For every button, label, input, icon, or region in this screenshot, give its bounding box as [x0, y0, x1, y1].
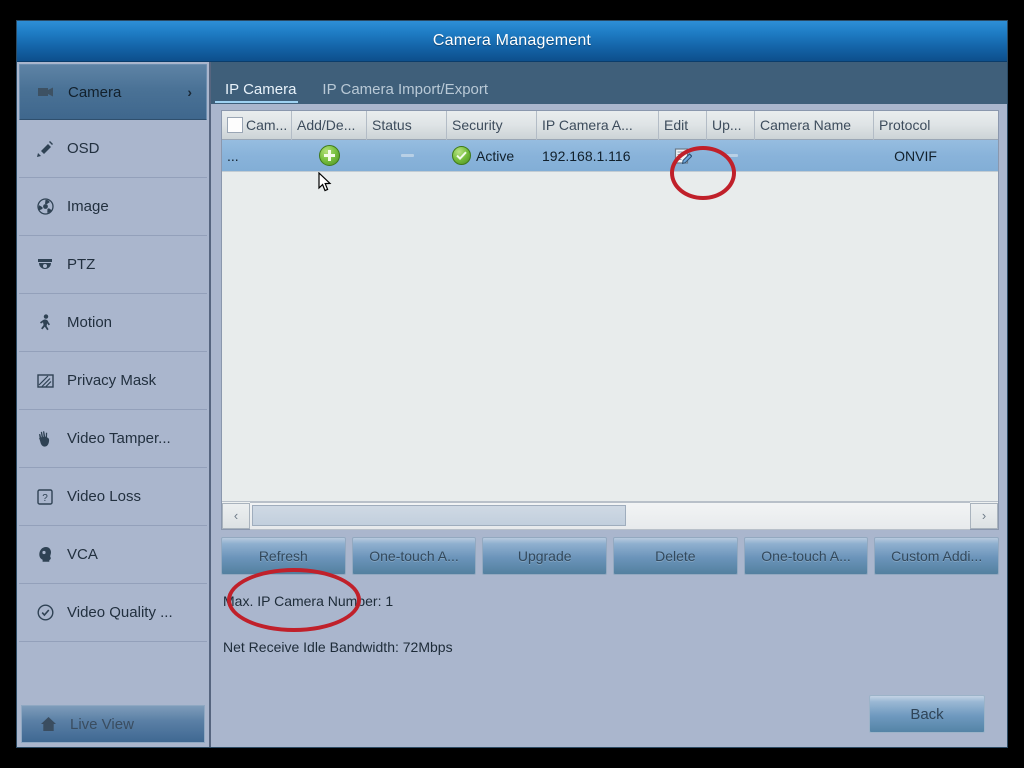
sidebar-item-osd[interactable]: OSD	[19, 120, 207, 178]
column-header-ip-address[interactable]: IP Camera A...	[537, 110, 659, 140]
column-header-security[interactable]: Security	[447, 110, 537, 140]
column-header-status[interactable]: Status	[367, 110, 447, 140]
window-body: Camera › OSD Image PTZ Motion Privacy Ma…	[17, 62, 1007, 747]
check-circle-icon	[35, 603, 55, 623]
svg-text:?: ?	[42, 493, 48, 504]
column-header-camera-name[interactable]: Camera Name	[755, 110, 874, 140]
sidebar-item-label: VCA	[67, 546, 98, 563]
one-touch-activate-button[interactable]: One-touch A...	[351, 537, 477, 575]
max-ip-camera-number: Max. IP Camera Number: 1	[223, 593, 394, 609]
cell-camera-name	[755, 140, 874, 172]
cell-status	[367, 140, 447, 172]
back-button[interactable]: Back	[869, 695, 985, 733]
camera-icon	[36, 82, 56, 102]
screen-root: Camera Management Camera › OSD Image PTZ…	[0, 0, 1024, 768]
scroll-right-arrow-icon[interactable]: ›	[970, 502, 998, 529]
osd-pen-icon	[35, 139, 55, 159]
one-touch-adding-button[interactable]: One-touch A...	[743, 537, 869, 575]
table-header-row: Cam... Add/De... Status Security IP Came…	[222, 110, 998, 140]
column-header-add-delete[interactable]: Add/De...	[292, 110, 367, 140]
scrollbar-thumb[interactable]	[252, 504, 627, 526]
upgrade-button[interactable]: Upgrade	[482, 537, 608, 575]
upgrade-dash-icon	[724, 154, 738, 157]
cell-edit[interactable]	[659, 140, 707, 172]
custom-adding-button[interactable]: Custom Addi...	[874, 537, 1000, 575]
ip-camera-table: Cam... Add/De... Status Security IP Came…	[221, 110, 999, 530]
sidebar-item-image[interactable]: Image	[19, 178, 207, 236]
net-receive-idle-bandwidth: Net Receive Idle Bandwidth: 72Mbps	[223, 639, 453, 655]
cell-cam: ...	[227, 147, 239, 164]
sidebar-item-label: Privacy Mask	[67, 372, 157, 389]
table-body: ... Active 192.168.1.116 ONVIF	[222, 140, 998, 501]
sidebar-item-label: Video Quality ...	[67, 604, 173, 621]
sidebar-item-vca[interactable]: VCA	[19, 526, 207, 584]
column-header-label: Cam...	[246, 117, 288, 133]
column-header-cam[interactable]: Cam...	[222, 110, 292, 140]
action-button-row: Refresh One-touch A... Upgrade Delete On…	[221, 537, 1000, 575]
head-profile-icon	[35, 545, 55, 565]
column-header-upgrade[interactable]: Up...	[707, 110, 755, 140]
cell-add-delete[interactable]	[292, 140, 367, 172]
sidebar: Camera › OSD Image PTZ Motion Privacy Ma…	[17, 62, 211, 747]
sidebar-item-video-quality[interactable]: Video Quality ...	[19, 584, 207, 642]
tab-ip-camera[interactable]: IP Camera	[213, 82, 310, 104]
page-title: Camera Management	[432, 32, 592, 49]
sidebar-item-label: Motion	[67, 314, 113, 331]
sidebar-item-video-loss[interactable]: ? Video Loss	[19, 468, 207, 526]
column-header-protocol[interactable]: Protocol	[874, 111, 957, 140]
add-plus-icon[interactable]	[319, 145, 340, 166]
sidebar-item-label: Image	[67, 198, 109, 215]
sidebar-item-ptz[interactable]: PTZ	[19, 236, 207, 294]
chevron-right-icon: ›	[187, 84, 192, 100]
cell-protocol: ONVIF	[894, 147, 937, 164]
privacy-mask-icon	[35, 371, 55, 391]
column-header-edit[interactable]: Edit	[659, 110, 707, 140]
hand-icon	[35, 429, 55, 449]
delete-button[interactable]: Delete	[613, 537, 738, 575]
sidebar-item-label: Live View	[70, 715, 134, 733]
sidebar-item-label: Camera	[68, 83, 122, 101]
sidebar-item-label: Video Tamper...	[67, 430, 171, 447]
tab-bar: IP Camera IP Camera Import/Export	[211, 62, 1007, 104]
sidebar-item-label: OSD	[67, 140, 100, 157]
sidebar-item-privacy-mask[interactable]: Privacy Mask	[19, 352, 207, 410]
sidebar-item-live-view[interactable]: Live View	[21, 705, 205, 743]
sidebar-item-label: PTZ	[67, 256, 96, 273]
main-panel: IP Camera IP Camera Import/Export Cam...…	[211, 62, 1007, 747]
scrollbar-track[interactable]	[250, 501, 970, 530]
sidebar-item-camera[interactable]: Camera ›	[19, 64, 207, 120]
image-wheel-icon	[35, 197, 55, 217]
horizontal-scrollbar[interactable]: ‹ ›	[222, 501, 998, 530]
table-row[interactable]: ... Active 192.168.1.116 ONVIF	[222, 140, 998, 172]
security-status-label: Active	[476, 147, 515, 164]
select-all-checkbox[interactable]	[227, 117, 243, 133]
tab-ip-camera-import-export[interactable]: IP Camera Import/Export	[310, 82, 502, 104]
sidebar-item-video-tampering[interactable]: Video Tamper...	[19, 410, 207, 468]
cell-upgrade	[707, 140, 755, 172]
green-check-icon	[452, 146, 471, 165]
status-dash-icon	[400, 154, 414, 157]
sidebar-item-motion[interactable]: Motion	[19, 294, 207, 352]
question-box-icon: ?	[35, 487, 55, 507]
scroll-left-arrow-icon[interactable]: ‹	[222, 502, 250, 529]
footer-info: Max. IP Camera Number: 1 Net Receive Idl…	[211, 575, 1007, 747]
refresh-button[interactable]: Refresh	[221, 537, 346, 575]
motion-runner-icon	[35, 313, 55, 333]
cell-ip-address: 192.168.1.116	[542, 147, 631, 164]
edit-pencil-icon[interactable]	[674, 147, 693, 165]
window-titlebar: Camera Management	[17, 21, 1007, 62]
ptz-dome-icon	[35, 255, 55, 275]
cell-security: Active	[447, 140, 537, 172]
sidebar-item-label: Video Loss	[67, 488, 141, 505]
home-icon	[38, 714, 58, 734]
camera-management-window: Camera Management Camera › OSD Image PTZ…	[16, 20, 1008, 748]
